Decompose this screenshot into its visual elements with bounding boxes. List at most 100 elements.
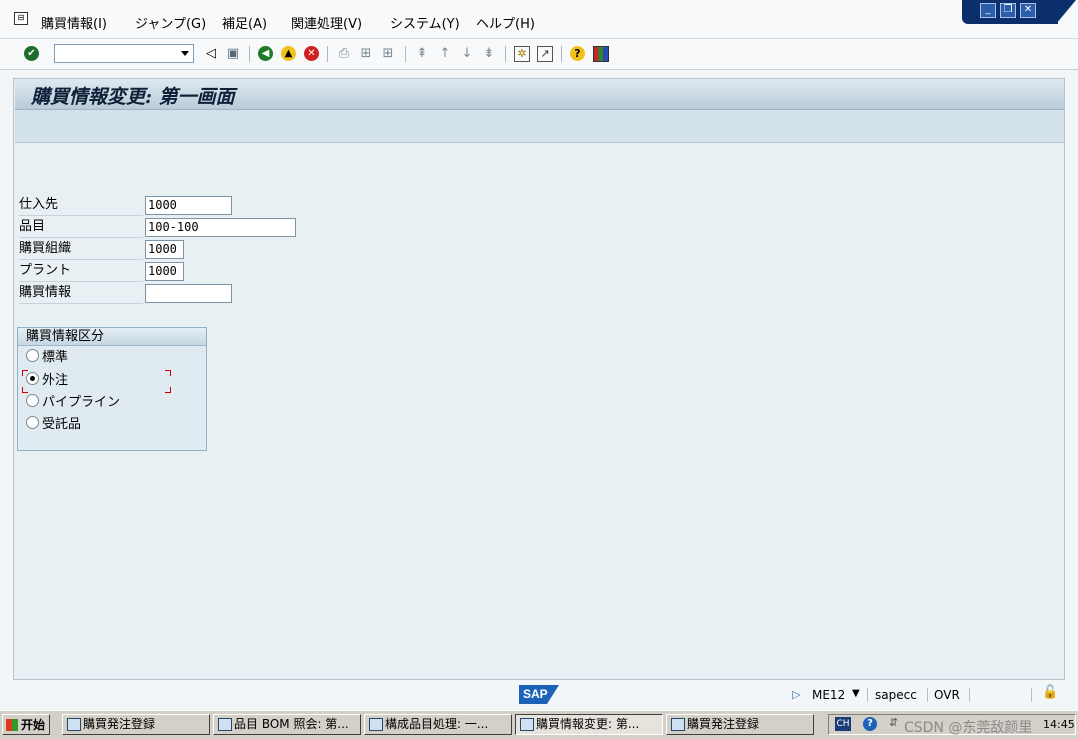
help-icon[interactable]: ? [863, 717, 877, 731]
help-icon[interactable]: ? [570, 46, 585, 61]
minimize-icon[interactable]: _ [980, 3, 996, 18]
cancel-icon[interactable]: ✕ [304, 46, 319, 61]
focus-corner-top-left [22, 370, 28, 376]
shortcut-icon[interactable]: ↗ [537, 46, 553, 62]
menu-goto[interactable]: ジャンプ(G) [135, 13, 206, 32]
radio-subcontracting-label: 外注 [42, 373, 69, 388]
sap-window-icon [520, 718, 534, 731]
sap-window-icon [671, 718, 685, 731]
purchasing-org-input[interactable]: 1000 [145, 240, 184, 259]
menu-help[interactable]: ヘルプ(H) [476, 13, 535, 32]
toolbar-separator [505, 46, 506, 62]
command-field[interactable] [54, 44, 194, 63]
focus-corner-bottom-right [165, 387, 171, 393]
back-arrow-icon[interactable]: ◁ [203, 46, 219, 62]
menu-extras[interactable]: 補足(A) [222, 13, 267, 32]
material-label: 品目 [19, 217, 143, 238]
start-label: 开始 [21, 718, 46, 732]
radio-subcontracting[interactable]: 外注 [26, 371, 68, 391]
taskbar-item-active[interactable]: 購買情報変更: 第... [515, 714, 663, 735]
layout-icon[interactable] [593, 46, 609, 62]
info-category-group: 購買情報区分 標準 外注 パイプライン 受託品 [17, 327, 207, 451]
plant-label: プラント [19, 261, 143, 282]
taskbar-item[interactable]: 購買発注登録 [666, 714, 814, 735]
radio-pipeline[interactable]: パイプライン [26, 393, 120, 413]
taskbar-item-label: 購買情報変更: 第... [536, 717, 640, 731]
system-menu-icon[interactable]: ⊟ [14, 12, 28, 25]
taskbar-item[interactable]: 構成品目処理: 一... [364, 714, 512, 735]
menu-environment[interactable]: 関連処理(V) [291, 13, 362, 32]
status-expand-icon[interactable]: ▷ [792, 688, 800, 701]
status-separator [927, 688, 928, 702]
find-next-icon[interactable]: ⊞ [380, 46, 396, 62]
watermark-text: CSDN @东莞敌颜里 [904, 720, 1033, 736]
material-input[interactable]: 100-100 [145, 218, 296, 237]
info-record-input[interactable] [145, 284, 232, 303]
radio-button-icon[interactable] [26, 416, 39, 429]
status-separator [1031, 688, 1032, 702]
system-tray: CH ? ⇵ CSDN @东莞敌颜里 14:45 [828, 714, 1076, 736]
status-bar: SAP ▷ ME12 ▼ sapecc OVR 🔓 [0, 683, 1078, 709]
radio-standard[interactable]: 標準 [26, 348, 68, 368]
radio-button-icon[interactable] [26, 394, 39, 407]
windows-logo-icon [6, 719, 18, 731]
clock: 14:45 [1043, 718, 1075, 731]
lock-icon[interactable]: 🔓 [1042, 685, 1058, 700]
find-icon[interactable]: ⊞ [358, 46, 374, 62]
taskbar-item[interactable]: 品目 BOM 照会: 第... [213, 714, 361, 735]
status-separator [969, 688, 970, 702]
create-session-icon[interactable]: ✲ [514, 46, 530, 62]
radio-pipeline-label: パイプライン [42, 395, 121, 410]
exit-icon[interactable]: ▲ [281, 46, 296, 61]
radio-button-icon[interactable] [26, 349, 39, 362]
server-name: sapecc [875, 688, 917, 702]
sap-window-icon [218, 718, 232, 731]
close-icon[interactable]: ✕ [1020, 3, 1036, 18]
menu-bar: ⊟ 購買情報(I) ジャンプ(G) 補足(A) 関連処理(V) システム(Y) … [0, 0, 1078, 39]
windows-taskbar: 开始 購買発注登録 品目 BOM 照会: 第... 構成品目処理: 一... 購… [0, 710, 1078, 739]
last-page-icon[interactable]: ⇟ [481, 46, 497, 62]
purchasing-org-label: 購買組織 [19, 239, 143, 260]
next-page-icon[interactable]: ↓ [459, 46, 475, 62]
vendor-label: 仕入先 [19, 195, 143, 216]
plant-input[interactable]: 1000 [145, 262, 184, 281]
menu-purchasing-info[interactable]: 購買情報(I) [41, 13, 107, 32]
first-page-icon[interactable]: ⇞ [414, 46, 430, 62]
sap-logo: SAP [519, 685, 559, 704]
focus-corner-top-right [165, 370, 171, 376]
tray-arrow-icon[interactable]: ⇵ [889, 716, 898, 729]
standard-toolbar: ✔ ◁ ▣ ◀ ▲ ✕ ⎙ ⊞ ⊞ ⇞ ↑ ↓ ⇟ ✲ ↗ ? [0, 39, 1078, 70]
toolbar-separator [561, 46, 562, 62]
info-record-label: 購買情報 [19, 283, 143, 304]
main-content: 購買情報変更: 第一画面 仕入先 1000 品目 100-100 購買組織 10… [13, 78, 1065, 680]
enter-icon[interactable]: ✔ [24, 46, 39, 61]
taskbar-item-label: 品目 BOM 照会: 第... [234, 717, 349, 731]
back-icon[interactable]: ◀ [258, 46, 273, 61]
transaction-code: ME12 [812, 688, 846, 702]
window-controls: _ ❐ ✕ [962, 0, 1078, 26]
menu-system[interactable]: システム(Y) [390, 13, 460, 32]
print-icon[interactable]: ⎙ [336, 46, 352, 62]
radio-consignment[interactable]: 受託品 [26, 415, 81, 435]
chevron-down-icon[interactable] [181, 51, 189, 56]
toolbar-separator [327, 46, 328, 62]
status-separator [867, 688, 868, 702]
group-title: 購買情報区分 [18, 328, 206, 346]
taskbar-item-label: 購買発注登録 [83, 717, 156, 731]
previous-page-icon[interactable]: ↑ [437, 46, 453, 62]
sap-window-icon [369, 718, 383, 731]
sap-window-icon [67, 718, 81, 731]
page-title: 購買情報変更: 第一画面 [31, 86, 235, 108]
start-button[interactable]: 开始 [2, 714, 50, 735]
radio-standard-label: 標準 [42, 350, 69, 365]
restore-icon[interactable]: ❐ [1000, 3, 1016, 18]
application-toolbar [15, 110, 1064, 143]
ime-indicator[interactable]: CH [835, 717, 851, 731]
radio-consignment-label: 受託品 [42, 417, 82, 432]
taskbar-item[interactable]: 購買発注登録 [62, 714, 210, 735]
chevron-down-icon[interactable]: ▼ [852, 688, 860, 699]
toolbar-separator [405, 46, 406, 62]
save-icon[interactable]: ▣ [225, 46, 241, 62]
taskbar-item-label: 構成品目処理: 一... [385, 717, 489, 731]
vendor-input[interactable]: 1000 [145, 196, 232, 215]
